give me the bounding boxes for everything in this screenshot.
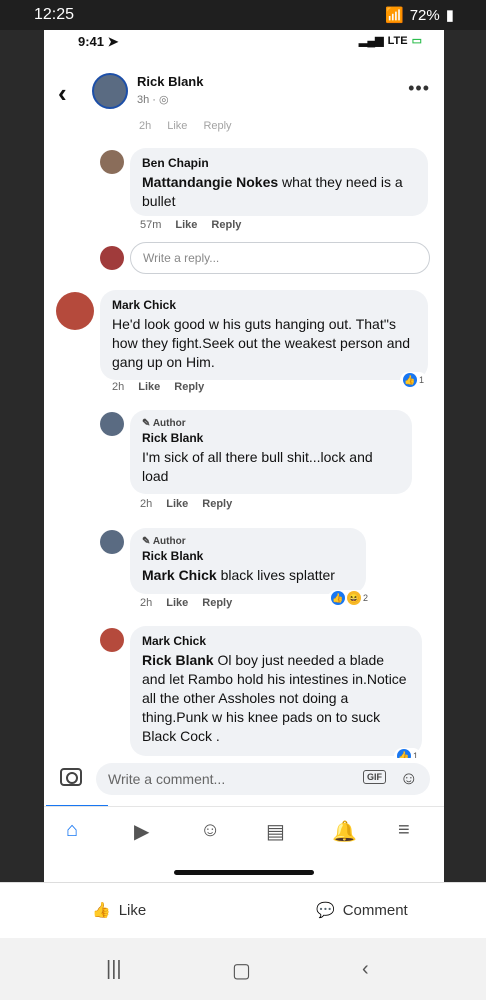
avatar[interactable] xyxy=(56,292,94,330)
reply-input[interactable]: Write a reply... xyxy=(130,242,430,274)
home-icon[interactable]: ⌂ xyxy=(66,819,78,842)
comment-composer: Write a comment... GIF ☺ xyxy=(44,758,444,802)
device-time: 12:25 xyxy=(34,6,75,23)
haha-icon: 😆 xyxy=(347,591,361,605)
commenter-name[interactable]: Ben Chapin xyxy=(142,156,416,170)
back-arrow-icon[interactable]: ‹ xyxy=(58,78,67,109)
comment-actions: 2h Like Reply xyxy=(140,597,233,609)
network-label: LTE xyxy=(387,34,408,47)
like-link[interactable]: Like xyxy=(167,120,187,132)
avatar[interactable] xyxy=(100,530,124,554)
news-icon[interactable]: ▤ xyxy=(266,819,285,844)
comment-bubble: ✎ Author Rick Blank Mark Chick black liv… xyxy=(130,528,366,594)
home-button-icon[interactable]: ▢ xyxy=(232,958,251,983)
author-badge: ✎ Author xyxy=(142,418,186,429)
comment-actions: 2h Like Reply xyxy=(112,381,205,393)
mention[interactable]: Rick Blank xyxy=(142,652,214,668)
emoji-icon[interactable]: ☺ xyxy=(400,768,418,789)
battery-icon: ▮ xyxy=(445,7,454,24)
reply-link[interactable]: Reply xyxy=(202,498,232,510)
comment-button[interactable]: 💬 Comment xyxy=(316,901,408,920)
signal-icon: ▂▄▆ xyxy=(358,35,384,47)
avatar xyxy=(100,246,124,270)
comment-bubble: Ben Chapin Mattandangie Nokes what they … xyxy=(130,148,428,216)
ios-status-bar: 9:41 ➤ ▂▄▆ LTE ▭ xyxy=(44,30,444,52)
mention[interactable]: Mattandangie Nokes xyxy=(142,174,278,190)
bottom-tab-bar: ⌂ ▶ ☺ ▤ 🔔 ≡ xyxy=(44,806,444,855)
comment-actions: 57m Like Reply xyxy=(140,219,242,231)
mention[interactable]: Mark Chick xyxy=(142,567,217,583)
reaction-badge[interactable]: 👍 😆 2 xyxy=(328,590,372,606)
back-icon[interactable]: ‹ xyxy=(362,958,369,981)
like-link[interactable]: Like xyxy=(175,219,197,231)
avatar[interactable] xyxy=(92,73,128,109)
commenter-name[interactable]: Rick Blank xyxy=(142,549,354,563)
poster-name[interactable]: Rick Blank xyxy=(137,74,203,89)
thumbs-up-icon: 👍 xyxy=(92,902,111,919)
ios-status-icons: ▂▄▆ LTE ▭ xyxy=(358,34,422,48)
camera-icon[interactable] xyxy=(60,768,82,786)
reply-link[interactable]: Reply xyxy=(174,381,204,393)
bell-icon[interactable]: 🔔 xyxy=(332,819,357,844)
avatar[interactable] xyxy=(100,412,124,436)
android-nav-bar: ||| ▢ ‹ xyxy=(0,938,486,1000)
watch-icon[interactable]: ▶ xyxy=(134,819,149,844)
device-status-icons: 📶 72% ▮ xyxy=(385,6,454,25)
reply-link[interactable]: Reply xyxy=(203,120,231,132)
like-link[interactable]: Like xyxy=(138,381,160,393)
location-arrow-icon: ➤ xyxy=(107,34,119,49)
author-badge: ✎ Author xyxy=(142,536,186,547)
thumbs-up-icon: 👍 xyxy=(331,591,345,605)
commenter-name[interactable]: Mark Chick xyxy=(142,634,410,648)
comment-bubble: ✎ Author Rick Blank I'm sick of all ther… xyxy=(130,410,412,494)
reply-link[interactable]: Reply xyxy=(202,597,232,609)
speech-bubble-icon: 💬 xyxy=(316,902,335,919)
comment-text: Mark Chick black lives splatter xyxy=(142,567,335,583)
device-status-bar: 12:25 📶 72% ▮ xyxy=(0,0,486,30)
gif-button[interactable]: GIF xyxy=(363,770,386,784)
avatar[interactable] xyxy=(100,150,124,174)
battery-icon: ▭ xyxy=(411,35,422,47)
recent-apps-icon[interactable]: ||| xyxy=(106,958,122,981)
reply-link[interactable]: Reply xyxy=(211,219,241,231)
wifi-icon: 📶 xyxy=(385,7,404,24)
comment-text: Rick Blank Ol boy just needed a blade an… xyxy=(142,652,407,744)
battery-percent: 72% xyxy=(409,6,440,24)
reaction-badge[interactable]: 👍 1 xyxy=(400,372,428,388)
comment-text: Mattandangie Nokes what they need is a b… xyxy=(142,174,403,209)
comment-bubble: Mark Chick Rick Blank Ol boy just needed… xyxy=(130,626,422,756)
like-link[interactable]: Like xyxy=(166,597,188,609)
pencil-icon: ✎ xyxy=(142,418,151,429)
more-options-icon[interactable]: ••• xyxy=(408,78,430,99)
post-header: ‹ Rick Blank 3h · ◎ ••• xyxy=(44,68,444,118)
like-link[interactable]: Like xyxy=(166,498,188,510)
pencil-icon: ✎ xyxy=(142,536,151,547)
like-button[interactable]: 👍 Like xyxy=(92,901,146,920)
globe-icon: ◎ xyxy=(159,94,169,106)
ios-time: 9:41 ➤ xyxy=(78,34,119,49)
commenter-name[interactable]: Rick Blank xyxy=(142,431,400,445)
home-indicator xyxy=(174,870,314,875)
avatar[interactable] xyxy=(100,628,124,652)
comment-text: I'm sick of all there bull shit...lock a… xyxy=(142,449,373,484)
comment-actions: 2h Like Reply xyxy=(140,498,233,510)
commenter-name[interactable]: Mark Chick xyxy=(112,298,416,312)
groups-icon[interactable]: ☺ xyxy=(200,819,220,842)
faded-comment-actions: 2h Like Reply xyxy=(139,120,232,132)
post-meta: 3h · ◎ xyxy=(137,94,169,106)
post-action-bar: 👍 Like 💬 Comment xyxy=(0,882,486,939)
menu-icon[interactable]: ≡ xyxy=(398,819,410,842)
thumbs-up-icon: 👍 xyxy=(403,373,417,387)
screenshot-frame: 9:41 ➤ ▂▄▆ LTE ▭ ‹ Rick Blank 3h · ◎ ••• 2… xyxy=(44,30,444,882)
comment-bubble: Mark Chick He'd look good w his guts han… xyxy=(100,290,428,380)
comment-text: He'd look good w his guts hanging out. T… xyxy=(112,316,411,370)
